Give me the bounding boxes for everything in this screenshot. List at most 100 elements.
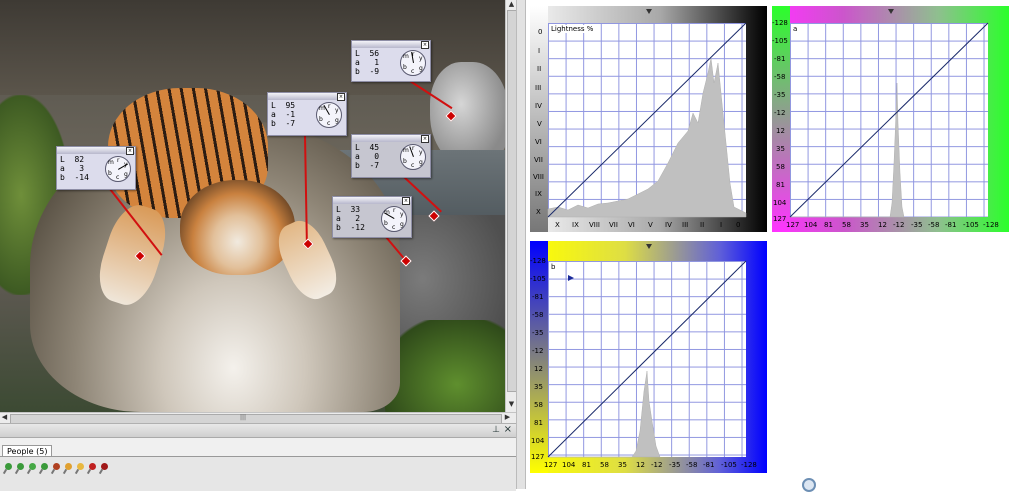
a-curve-plot[interactable]: a <box>789 22 989 218</box>
close-icon[interactable]: × <box>126 147 134 155</box>
people-pin-list <box>0 456 516 491</box>
curve-marker-icon[interactable] <box>888 9 894 14</box>
color-probe-3[interactable]: × L 56 a 1 b -9 mry gcb <box>351 40 431 82</box>
pushpin-icon[interactable] <box>86 463 96 475</box>
x-tick-label: III <box>682 221 689 229</box>
y-tick-label: X <box>536 208 541 216</box>
probe-values: L 82 a 3 b -14 <box>60 155 89 182</box>
y-tick-label: I <box>538 47 541 55</box>
close-icon[interactable]: × <box>504 424 512 435</box>
x-tick-label: 12 <box>878 221 887 229</box>
pushpin-icon[interactable] <box>50 463 60 475</box>
curve-marker-icon[interactable] <box>646 9 652 14</box>
y-tick-label: 127 <box>531 453 545 461</box>
x-tick-label: II <box>700 221 705 229</box>
x-tick-label: -58 <box>928 221 940 229</box>
y-tick-label: -128 <box>772 19 788 27</box>
y-tick-label: -58 <box>774 73 786 81</box>
y-tick-label: -58 <box>532 311 544 319</box>
x-tick-label: 58 <box>600 461 609 469</box>
probe-values: L 56 a 1 b -9 <box>355 49 380 76</box>
y-tick-label: 12 <box>776 127 785 135</box>
x-tick-label: -128 <box>983 221 999 229</box>
panel-header: ⊥ × <box>0 424 516 438</box>
close-icon[interactable]: × <box>421 41 429 49</box>
y-tick-label: IV <box>535 102 542 110</box>
scene-grass-right <box>385 320 505 412</box>
y-tick-label: 0 <box>538 28 543 36</box>
x-tick-label: 81 <box>582 461 591 469</box>
lightness-curve-panel: Lightness % 0 I II III IV V VI VII VIII … <box>530 6 767 232</box>
probe-title-bar[interactable] <box>268 93 346 100</box>
y-tick-label: VIII <box>533 173 544 181</box>
y-tick-label: 12 <box>534 365 543 373</box>
y-tick-label: -105 <box>530 275 546 283</box>
x-tick-label: -81 <box>703 461 715 469</box>
x-tick-label: -105 <box>721 461 737 469</box>
pushpin-icon[interactable] <box>74 463 84 475</box>
color-probe-1[interactable]: × L 82 a 3 b -14 mry gcb <box>56 146 136 190</box>
probe-values: L 95 a -1 b -7 <box>271 101 296 128</box>
pushpin-icon[interactable] <box>62 463 72 475</box>
a-curve-title: a <box>792 25 799 33</box>
b-curve-panel: b -128 -105 -81 -58 -35 -12 12 35 58 81 … <box>530 241 767 473</box>
probe-title-bar[interactable] <box>57 147 135 154</box>
scroll-right-icon[interactable]: ▶ <box>503 413 512 422</box>
lightness-curve-graphic <box>547 22 747 218</box>
x-tick-label: 104 <box>804 221 818 229</box>
scroll-down-icon[interactable]: ▼ <box>507 400 516 409</box>
pushpin-icon[interactable] <box>26 463 36 475</box>
x-tick-label: 58 <box>842 221 851 229</box>
color-dial-icon: mry gcb <box>381 206 407 232</box>
y-tick-label: IX <box>535 190 542 198</box>
probe-title-bar[interactable] <box>352 41 430 48</box>
b-curve-plot[interactable]: b <box>547 260 747 458</box>
color-dial-icon: mry gcb <box>105 156 131 182</box>
y-tick-label: -105 <box>772 37 788 45</box>
color-probe-4[interactable]: × L 45 a 0 b -7 mry gcb <box>351 134 431 178</box>
x-tick-label: -12 <box>893 221 905 229</box>
y-tick-label: -35 <box>774 91 786 99</box>
pushpin-icon[interactable] <box>14 463 24 475</box>
photo-canvas[interactable]: × L 82 a 3 b -14 mry gcb × L 95 a -1 b -… <box>0 0 505 412</box>
y-tick-label: 58 <box>534 401 543 409</box>
curve-marker-icon[interactable] <box>646 244 652 249</box>
y-tick-label: 35 <box>776 145 785 153</box>
x-tick-label: 104 <box>562 461 576 469</box>
pushpin-icon[interactable] <box>2 463 12 475</box>
x-tick-label: VI <box>628 221 635 229</box>
close-icon[interactable]: × <box>337 93 345 101</box>
y-tick-label: 58 <box>776 163 785 171</box>
color-dial-icon: mry gcb <box>316 102 342 128</box>
color-probe-5[interactable]: × L 33 a 2 b -12 mry gcb <box>332 196 412 238</box>
close-icon[interactable]: × <box>402 197 410 205</box>
pin-icon[interactable]: ⊥ <box>492 425 500 435</box>
lightness-histogram <box>547 57 747 218</box>
y-tick-label: V <box>537 120 542 128</box>
scroll-up-icon[interactable]: ▲ <box>507 0 516 9</box>
a-curve-line <box>789 22 989 218</box>
color-dial-icon: mry gcb <box>400 50 426 76</box>
pushpin-icon[interactable] <box>38 463 48 475</box>
close-icon[interactable]: × <box>421 135 429 143</box>
color-probe-2[interactable]: × L 95 a -1 b -7 mry gcb <box>267 92 347 136</box>
lightness-curve-plot[interactable]: Lightness % <box>547 22 747 218</box>
y-tick-label: -12 <box>774 109 786 117</box>
y-tick-label: 81 <box>776 181 785 189</box>
x-tick-label: -35 <box>669 461 681 469</box>
lightness-gradient-bar <box>530 6 548 232</box>
pane-splitter[interactable] <box>516 0 526 489</box>
y-tick-label: 127 <box>773 215 787 223</box>
probe-title-bar[interactable] <box>333 197 411 204</box>
x-tick-label: -12 <box>651 461 663 469</box>
y-tick-label: VI <box>535 138 542 146</box>
b-histogram <box>548 370 661 458</box>
pushpin-icon[interactable] <box>98 463 108 475</box>
x-tick-label: 127 <box>544 461 558 469</box>
scroll-left-icon[interactable]: ◀ <box>0 413 9 422</box>
y-tick-label: -12 <box>532 347 544 355</box>
y-tick-label: -128 <box>530 257 546 265</box>
probe-title-bar[interactable] <box>352 135 430 142</box>
probe-values: L 45 a 0 b -7 <box>355 143 380 170</box>
b-curve-title: b <box>550 263 557 271</box>
